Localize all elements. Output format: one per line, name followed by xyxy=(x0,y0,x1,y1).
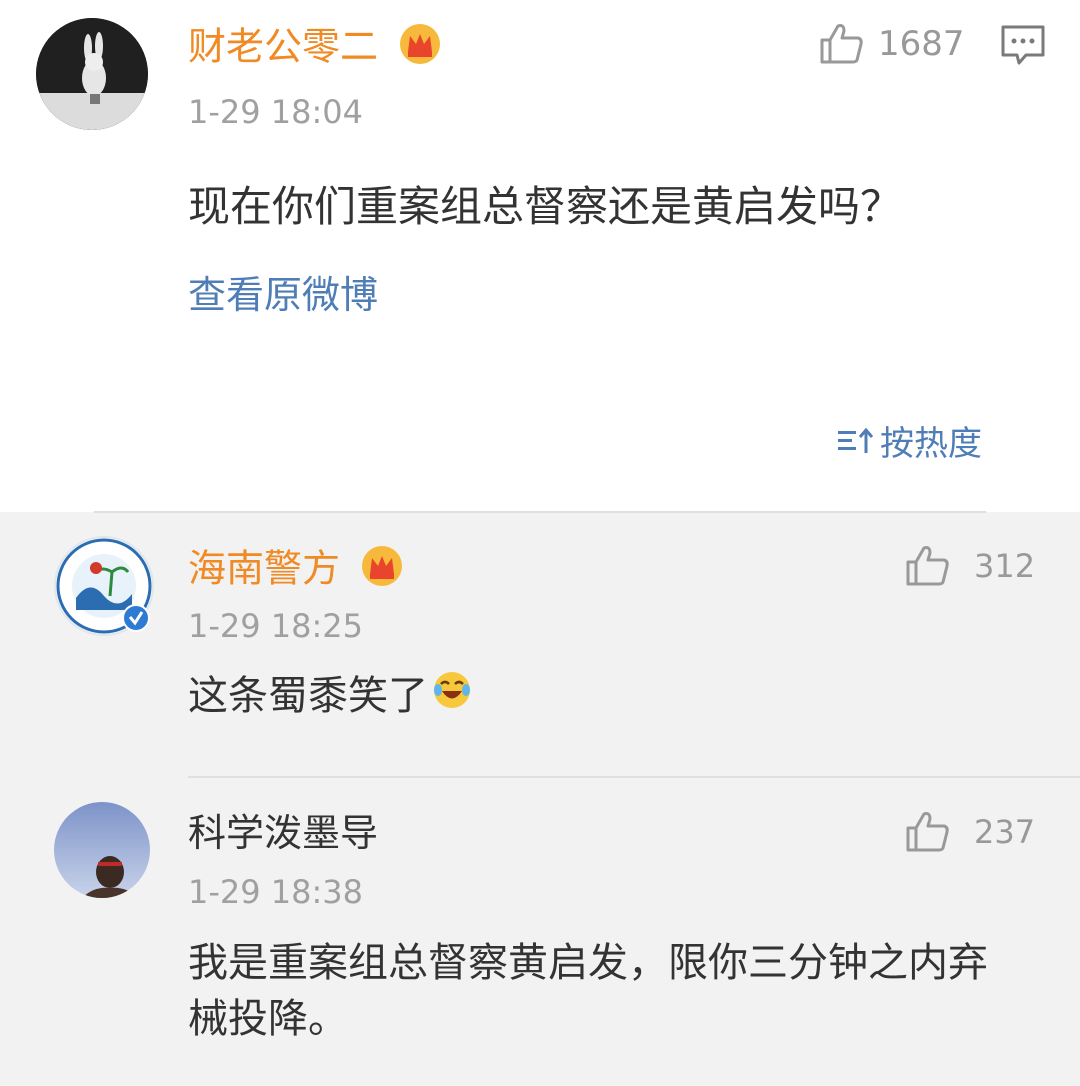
like-count: 237 xyxy=(974,813,1036,851)
reply-username-text: 海南警方 xyxy=(188,546,341,591)
thumb-up-icon xyxy=(906,812,949,852)
sort-label: 按热度 xyxy=(880,424,982,464)
crown-icon xyxy=(398,22,442,76)
reply-username[interactable]: 科学泼墨导 xyxy=(188,810,378,856)
reply-text: 这条蜀黍笑了 xyxy=(188,670,472,722)
sort-icon xyxy=(838,427,874,453)
username-text: 财老公零二 xyxy=(188,24,379,69)
reply-text-line-1: 我是重案组总督察黄启发，限你三分钟之内弃 xyxy=(188,940,988,986)
reply-text-content: 这条蜀黍笑了 xyxy=(188,673,428,719)
divider xyxy=(188,776,1080,778)
avatar[interactable] xyxy=(54,802,150,898)
view-original-link[interactable]: 查看原微博 xyxy=(188,272,378,318)
sort-button[interactable]: 按热度 xyxy=(836,416,982,465)
like-count: 312 xyxy=(974,547,1036,585)
like-count: 1687 xyxy=(878,24,965,64)
username[interactable]: 财老公零二 xyxy=(188,22,442,76)
thumb-up-icon xyxy=(820,24,863,64)
like-button[interactable]: 312 xyxy=(904,544,1035,588)
main-comment-section: 财老公零二 1-29 18:04 1687 现在你们重案组总督察还是黄启发吗？ … xyxy=(0,0,1080,512)
comment-icon[interactable] xyxy=(1000,24,1046,70)
avatar[interactable] xyxy=(36,18,148,130)
laugh-cry-emoji xyxy=(432,670,472,722)
like-button[interactable]: 1687 xyxy=(818,22,965,66)
like-button[interactable]: 237 xyxy=(904,810,1035,854)
comment-time: 1-29 18:04 xyxy=(188,93,364,131)
reply-time: 1-29 18:38 xyxy=(188,873,364,911)
verified-icon xyxy=(122,604,150,636)
divider xyxy=(94,511,986,513)
reply-time: 1-29 18:25 xyxy=(188,607,364,645)
thumb-up-icon xyxy=(906,546,949,586)
reply-username[interactable]: 海南警方 xyxy=(188,544,404,598)
comment-text: 现在你们重案组总督察还是黄启发吗？ xyxy=(188,182,903,231)
reply-text-line-2: 械投降。 xyxy=(188,996,348,1042)
crown-icon xyxy=(360,544,404,598)
